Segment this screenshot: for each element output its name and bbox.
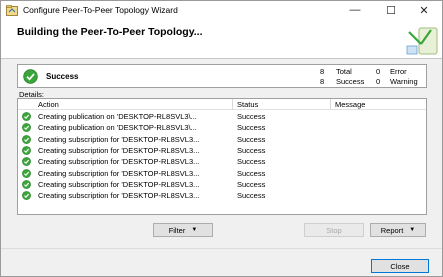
window-title: Configure Peer-To-Peer Topology Wizard	[23, 5, 178, 15]
table-row[interactable]: Creating subscription for 'DESKTOP-RL8SV…	[18, 190, 426, 201]
column-header-action[interactable]: Action	[38, 100, 59, 109]
success-check-icon	[22, 112, 31, 121]
wizard-app-icon	[6, 5, 18, 16]
table-row[interactable]: Creating publication on 'DESKTOP-RL8SVL3…	[18, 122, 426, 133]
row-status: Success	[237, 134, 266, 144]
footer-divider	[1, 248, 442, 249]
success-label: Success	[336, 77, 365, 86]
stop-button[interactable]: Stop	[304, 223, 364, 237]
row-action: Creating subscription for 'DESKTOP-RL8SV…	[38, 157, 200, 167]
close-label: Close	[390, 261, 410, 271]
row-status: Success	[237, 168, 266, 178]
close-window-button[interactable]: ✕	[409, 1, 439, 19]
row-status: Success	[237, 157, 266, 167]
success-check-icon	[23, 69, 38, 84]
error-count: 0	[376, 67, 381, 76]
maximize-button[interactable]: ☐	[376, 1, 406, 19]
row-status: Success	[237, 145, 266, 155]
success-check-icon	[22, 191, 31, 201]
row-status: Success	[237, 179, 266, 189]
success-count: 8	[320, 77, 325, 86]
minimize-button[interactable]: —	[340, 1, 370, 19]
table-row[interactable]: Creating subscription for 'DESKTOP-RL8SV…	[18, 156, 426, 167]
overall-status: Success	[46, 72, 79, 81]
warning-label: Warning	[390, 77, 418, 86]
success-check-icon	[22, 168, 31, 178]
wizard-window: Configure Peer-To-Peer Topology Wizard —…	[0, 0, 443, 277]
success-check-icon	[22, 157, 31, 167]
table-row[interactable]: Creating subscription for 'DESKTOP-RL8SV…	[18, 134, 426, 145]
row-action: Creating subscription for 'DESKTOP-RL8SV…	[38, 168, 200, 178]
success-check-icon	[22, 145, 31, 155]
success-check-icon	[22, 134, 31, 144]
error-label: Error	[390, 67, 407, 76]
stop-label: Stop	[326, 225, 342, 235]
filter-button[interactable]: Filter ▼	[153, 223, 213, 237]
column-divider[interactable]	[232, 99, 233, 110]
column-header-message[interactable]: Message	[335, 100, 365, 109]
dropdown-arrow-icon: ▼	[191, 227, 198, 233]
table-row[interactable]: Creating subscription for 'DESKTOP-RL8SV…	[18, 179, 426, 190]
row-action: Creating subscription for 'DESKTOP-RL8SV…	[38, 145, 200, 155]
table-row[interactable]: Creating publication on 'DESKTOP-RL8SVL3…	[18, 111, 426, 122]
page-title: Building the Peer-To-Peer Topology...	[17, 26, 203, 38]
filter-label: Filter	[168, 225, 186, 235]
table-row[interactable]: Creating subscription for 'DESKTOP-RL8SV…	[18, 168, 426, 179]
success-check-icon	[22, 123, 31, 133]
success-check-icon	[22, 179, 31, 189]
grid-header: Action Status Message	[18, 99, 426, 110]
row-status: Success	[237, 112, 266, 121]
warning-count: 0	[376, 77, 381, 86]
row-action: Creating publication on 'DESKTOP-RL8SVL3…	[38, 123, 197, 133]
title-bar: Configure Peer-To-Peer Topology Wizard —…	[1, 1, 442, 19]
wizard-header: Building the Peer-To-Peer Topology...	[1, 19, 442, 59]
maximize-icon: ☐	[386, 4, 396, 17]
table-row[interactable]: Creating subscription for 'DESKTOP-RL8SV…	[18, 145, 426, 156]
dropdown-arrow-icon: ▼	[409, 227, 416, 233]
row-action: Creating subscription for 'DESKTOP-RL8SV…	[38, 179, 200, 189]
row-status: Success	[237, 123, 266, 133]
row-action: Creating publication on 'DESKTOP-RL8SVL3…	[38, 112, 197, 121]
total-label: Total	[336, 67, 352, 76]
wizard-banner-icon	[406, 27, 438, 55]
row-action: Creating subscription for 'DESKTOP-RL8SV…	[38, 191, 200, 201]
close-icon: ✕	[419, 4, 429, 17]
report-button[interactable]: Report ▼	[370, 223, 426, 237]
total-count: 8	[320, 67, 325, 76]
minimize-icon: —	[349, 4, 361, 16]
details-grid[interactable]: Action Status Message Creating publicati…	[17, 98, 427, 215]
row-status: Success	[237, 191, 266, 201]
column-divider[interactable]	[330, 99, 331, 110]
row-action: Creating subscription for 'DESKTOP-RL8SV…	[38, 134, 200, 144]
column-header-status[interactable]: Status	[237, 100, 258, 109]
close-button[interactable]: Close	[371, 259, 429, 273]
summary-panel: Success 8 Total 0 Error 8 Success 0 Warn…	[17, 64, 427, 88]
report-label: Report	[380, 225, 404, 235]
